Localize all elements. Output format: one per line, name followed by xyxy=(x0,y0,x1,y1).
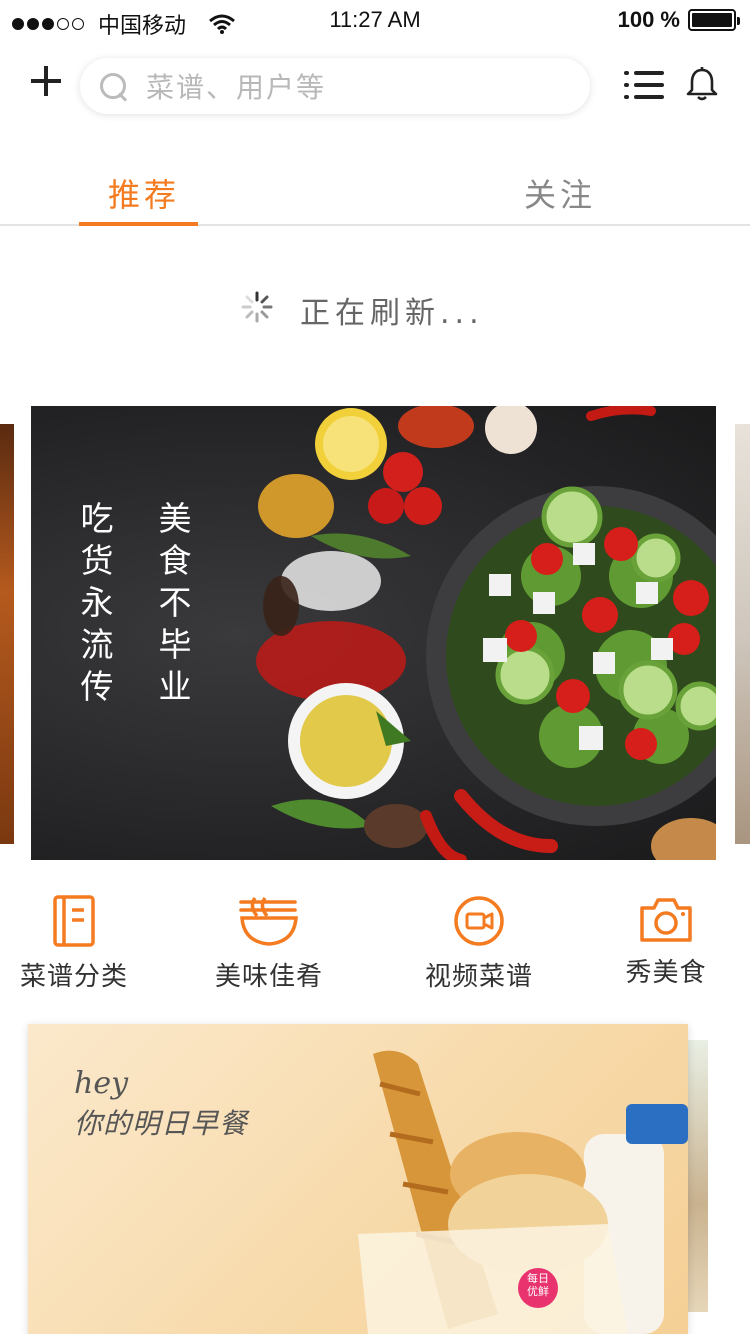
banner-next-peek[interactable] xyxy=(735,424,750,844)
loading-spinner-icon xyxy=(241,291,273,323)
search-input[interactable]: 菜谱、用户等 xyxy=(80,58,590,114)
battery-icon xyxy=(688,9,740,31)
banner-slogan-1: 吃 货 永 流 传 xyxy=(80,499,114,706)
list-menu-icon[interactable] xyxy=(624,70,664,100)
video-icon xyxy=(454,896,504,946)
battery-percent: 100 % xyxy=(617,7,680,32)
category-label: 视频菜谱 xyxy=(424,962,533,992)
card-subtitle: 你的明日早餐 xyxy=(74,1107,249,1140)
book-icon xyxy=(53,895,95,947)
banner-slogan-2: 美 食 不 毕 业 xyxy=(158,499,192,706)
bell-icon[interactable] xyxy=(684,66,720,102)
tab-active-indicator xyxy=(79,222,198,226)
refresh-text: 正在刷新... xyxy=(300,296,484,331)
search-placeholder: 菜谱、用户等 xyxy=(146,71,327,104)
banner-image[interactable]: 吃 货 永 流 传 美 食 不 毕 业 xyxy=(31,406,716,860)
status-bar: 中国移动 11:27 AM 100 % xyxy=(0,0,750,40)
card-badge: 每日 优鲜 xyxy=(527,1272,549,1298)
category-recipes[interactable]: 菜谱分类 xyxy=(0,894,154,993)
salad-illustration xyxy=(256,406,716,860)
tab-recommend[interactable]: 推荐 xyxy=(108,170,180,216)
add-button[interactable] xyxy=(28,64,64,100)
category-row: 菜谱分类 美味佳肴 视频菜谱 秀美食 xyxy=(0,894,750,994)
status-right: 100 % xyxy=(617,7,740,33)
tab-follow[interactable]: 关注 xyxy=(524,170,596,216)
category-label: 菜谱分类 xyxy=(19,962,128,992)
category-videos[interactable]: 视频菜谱 xyxy=(399,894,559,993)
bowl-icon xyxy=(239,896,298,946)
card-greeting: hey xyxy=(74,1066,129,1101)
category-label: 秀美食 xyxy=(625,958,707,988)
refresh-indicator: 正在刷新... xyxy=(0,286,750,331)
header: 菜谱、用户等 xyxy=(0,56,750,116)
category-dishes[interactable]: 美味佳肴 xyxy=(189,894,349,993)
search-icon xyxy=(98,71,128,101)
tab-bar: 推荐 关注 xyxy=(0,160,750,226)
category-show-food[interactable]: 秀美食 xyxy=(586,894,746,989)
banner-prev-peek[interactable] xyxy=(0,424,14,844)
card-next-peek[interactable] xyxy=(688,1040,708,1312)
category-label: 美味佳肴 xyxy=(214,962,323,992)
camera-icon xyxy=(640,898,692,942)
breakfast-card[interactable]: hey 你的明日早餐 每日 优鲜 xyxy=(28,1024,688,1334)
